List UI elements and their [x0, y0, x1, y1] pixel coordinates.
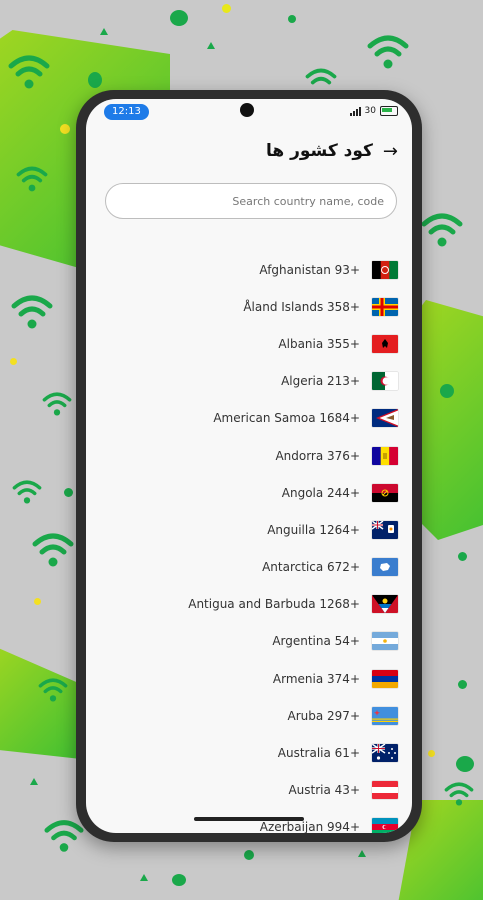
- green-dot: [170, 10, 188, 26]
- wifi-icon: [444, 782, 474, 806]
- country-row[interactable]: Antigua and Barbuda 1268+: [86, 586, 412, 623]
- signal-icon: [349, 106, 361, 116]
- country-row[interactable]: Australia 61+: [86, 734, 412, 771]
- home-indicator: [194, 817, 304, 821]
- country-row[interactable]: Algeria 213+: [86, 363, 412, 400]
- green-dot: [440, 384, 454, 398]
- country-row[interactable]: Afghanistan 93+: [86, 251, 412, 288]
- green-dot: [244, 850, 254, 860]
- country-row[interactable]: American Samoa 1684+: [86, 400, 412, 437]
- green-dot: [458, 552, 467, 561]
- country-label: Algeria 213+: [281, 374, 360, 389]
- country-row[interactable]: Austria 43+: [86, 772, 412, 809]
- country-label: Armenia 374+: [272, 671, 360, 686]
- wifi-icon: [421, 213, 463, 247]
- flag-ar-icon: [372, 632, 398, 651]
- green-dot: [88, 72, 102, 88]
- flag-as-icon: [372, 409, 398, 428]
- arrow-right-icon[interactable]: →: [383, 141, 398, 162]
- country-list: Afghanistan 93+ Åland Islands 358+ Albania…: [86, 251, 412, 833]
- country-label: American Samoa 1684+: [213, 411, 360, 426]
- green-dot: [172, 874, 186, 886]
- country-label: Albania 355+: [278, 336, 360, 351]
- flag-dz-icon: [372, 372, 398, 391]
- flag-am-icon: [372, 669, 398, 688]
- flag-al-icon: [372, 334, 398, 353]
- country-label: Azerbaijan 994+: [259, 820, 360, 833]
- phone-screen: 12:13 30 کود کشور ها → Afghanistan 93+ Ål…: [86, 99, 412, 833]
- yellow-dot: [222, 4, 231, 13]
- country-row[interactable]: Angola 244+: [86, 474, 412, 511]
- country-label: Australia 61+: [277, 746, 360, 761]
- flag-ai-icon: [372, 520, 398, 539]
- green-dot: [288, 15, 296, 23]
- flag-au-icon: [372, 744, 398, 763]
- flag-ad-icon: [372, 446, 398, 465]
- country-row[interactable]: Aruba 297+: [86, 697, 412, 734]
- wifi-icon: [38, 678, 68, 702]
- country-label: Aruba 297+: [287, 708, 361, 723]
- flag-ag-icon: [372, 595, 398, 614]
- status-time: 12:13: [104, 104, 149, 120]
- country-row[interactable]: Andorra 376+: [86, 437, 412, 474]
- search-input[interactable]: [106, 184, 396, 218]
- wifi-icon: [12, 480, 42, 504]
- country-row[interactable]: Argentina 54+: [86, 623, 412, 660]
- wifi-icon: [367, 35, 409, 69]
- flag-az-icon: [372, 818, 398, 833]
- flag-aq-icon: [372, 558, 398, 577]
- page-title: کود کشور ها: [266, 141, 373, 161]
- green-triangle: [358, 850, 366, 857]
- search-field[interactable]: [105, 183, 397, 219]
- green-triangle: [30, 778, 38, 785]
- green-triangle: [100, 28, 108, 35]
- wifi-icon: [16, 166, 48, 192]
- wifi-icon: [42, 392, 72, 416]
- status-bar: 12:13 30: [86, 99, 412, 125]
- flag-af-icon: [372, 260, 398, 279]
- country-label: Afghanistan 93+: [259, 262, 360, 277]
- country-label: Andorra 376+: [275, 448, 360, 463]
- country-label: Åland Islands 358+: [243, 299, 360, 314]
- country-row[interactable]: Albania 355+: [86, 325, 412, 362]
- status-icons: 30: [349, 106, 398, 116]
- yellow-dot: [34, 598, 41, 605]
- flag-ao-icon: [372, 483, 398, 502]
- flag-ax-icon: [372, 297, 398, 316]
- country-row[interactable]: Åland Islands 358+: [86, 288, 412, 325]
- country-row[interactable]: Armenia 374+: [86, 660, 412, 697]
- country-label: Angola 244+: [281, 485, 360, 500]
- battery-level: 30: [364, 106, 376, 116]
- country-label: Anguilla 1264+: [267, 522, 360, 537]
- page-header: کود کشور ها →: [86, 135, 412, 167]
- yellow-dot: [428, 750, 435, 757]
- country-row[interactable]: Antarctica 672+: [86, 549, 412, 586]
- green-dot: [458, 680, 467, 689]
- flag-aw-icon: [372, 706, 398, 725]
- green-triangle: [207, 42, 215, 49]
- country-label: Argentina 54+: [272, 634, 360, 649]
- country-label: Austria 43+: [288, 783, 360, 798]
- country-row[interactable]: Anguilla 1264+: [86, 511, 412, 548]
- wifi-icon: [44, 820, 84, 852]
- wifi-icon: [8, 55, 50, 89]
- country-label: Antarctica 672+: [262, 560, 360, 575]
- front-camera: [240, 103, 254, 117]
- wifi-icon: [32, 533, 74, 567]
- yellow-dot: [10, 358, 17, 365]
- country-label: Antigua and Barbuda 1268+: [188, 597, 360, 612]
- yellow-dot: [60, 124, 70, 134]
- wifi-icon: [11, 295, 53, 329]
- green-dot: [64, 488, 73, 497]
- battery-icon: [380, 106, 398, 116]
- green-dot: [456, 756, 474, 772]
- green-triangle: [140, 874, 148, 881]
- flag-at-icon: [372, 781, 398, 800]
